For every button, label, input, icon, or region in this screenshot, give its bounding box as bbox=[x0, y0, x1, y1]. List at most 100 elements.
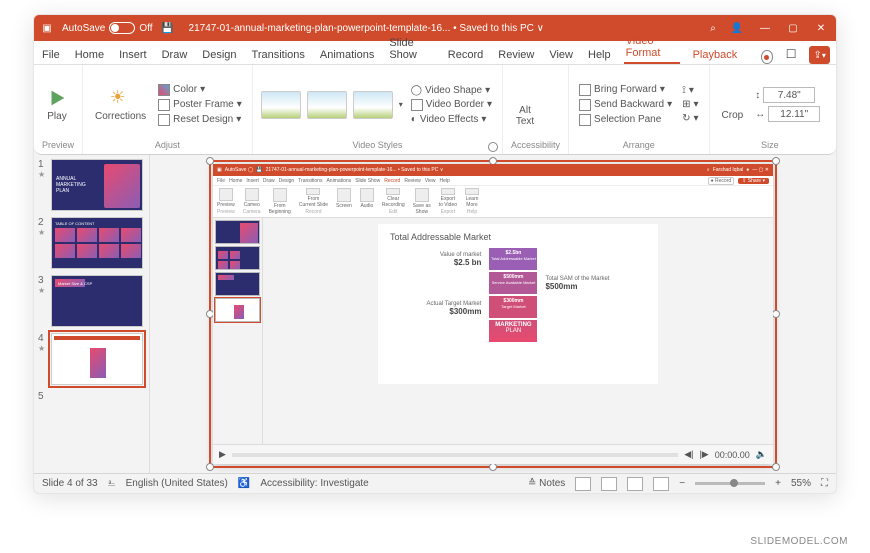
slide-canvas[interactable]: ▣ AutoSave ◯ 💾 21747-01-annual-marketing… bbox=[150, 155, 836, 473]
video-shape-button[interactable]: ◯Video Shape ▾ bbox=[409, 84, 494, 97]
zoom-out-button[interactable]: − bbox=[679, 478, 685, 489]
accessibility-status[interactable]: Accessibility: Investigate bbox=[260, 478, 368, 489]
emb-ribbon: PreviewPreview CameoCamera From Beginnin… bbox=[213, 186, 773, 218]
style-preset-3[interactable] bbox=[353, 91, 393, 119]
poster-frame-button[interactable]: Poster Frame ▾ bbox=[156, 98, 244, 112]
crop-icon bbox=[722, 88, 742, 108]
maximize-button[interactable]: ▢ bbox=[784, 23, 802, 34]
width-input[interactable]: 12.11" bbox=[768, 106, 820, 122]
tab-video-format[interactable]: Video Format bbox=[624, 32, 680, 64]
zoom-percent[interactable]: 55% bbox=[791, 478, 811, 489]
handle-tr[interactable] bbox=[772, 157, 780, 165]
notes-button[interactable]: ≙ Notes bbox=[528, 478, 565, 489]
status-bar: Slide 4 of 33 ⎁ English (United States) … bbox=[34, 473, 836, 493]
play-icon bbox=[46, 87, 68, 109]
selection-pane-button[interactable]: Selection Pane bbox=[577, 113, 674, 127]
bring-forward-button[interactable]: Bring Forward ▾ bbox=[577, 83, 674, 97]
handle-bl[interactable] bbox=[206, 463, 214, 471]
emb-avatar-icon: ● bbox=[746, 167, 749, 173]
slide-thumbnail-panel[interactable]: 1★ ANNUALMARKETINGPLAN 2★ TABLE OF CONTE… bbox=[34, 155, 150, 473]
tab-home[interactable]: Home bbox=[73, 46, 106, 64]
comments-button[interactable]: ☐ bbox=[784, 44, 799, 64]
reading-view-button[interactable] bbox=[627, 477, 643, 491]
sorter-view-button[interactable] bbox=[601, 477, 617, 491]
align-icon: ⟟ bbox=[682, 85, 686, 96]
thumb-5[interactable]: 5 bbox=[38, 391, 145, 402]
volume-icon[interactable]: 🔈 bbox=[756, 449, 767, 460]
normal-view-button[interactable] bbox=[575, 477, 591, 491]
style-preset-2[interactable] bbox=[307, 91, 347, 119]
alt-text-button[interactable]: Alt Text bbox=[511, 81, 539, 129]
corrections-button[interactable]: ☀ Corrections bbox=[91, 85, 150, 124]
group-arrange: Bring Forward ▾ Send Backward ▾ Selectio… bbox=[569, 65, 710, 154]
emb-canvas: Total Addressable Market Value of market… bbox=[263, 218, 773, 464]
tab-animations[interactable]: Animations bbox=[318, 46, 376, 64]
slideshow-view-button[interactable] bbox=[653, 477, 669, 491]
handle-mr[interactable] bbox=[772, 310, 780, 318]
zoom-slider[interactable] bbox=[695, 482, 765, 485]
save-icon[interactable]: 💾 bbox=[161, 21, 175, 35]
tab-design[interactable]: Design bbox=[200, 46, 238, 64]
autosave-toggle[interactable]: AutoSave Off bbox=[62, 22, 153, 34]
video-prev-frame[interactable]: ◀| bbox=[684, 449, 693, 460]
emb-slide-content: Total Addressable Market Value of market… bbox=[378, 224, 658, 384]
width-icon: ↔ bbox=[755, 109, 765, 120]
handle-br[interactable] bbox=[772, 463, 780, 471]
align-button[interactable]: ⟟▾ bbox=[680, 84, 700, 97]
emb-search-icon: ⌕ bbox=[707, 167, 710, 173]
tab-review[interactable]: Review bbox=[496, 46, 536, 64]
video-playbar: ▶ ◀| |▶ 00:00.00 🔈 bbox=[213, 444, 773, 464]
ribbon: Play Preview ☀ Corrections Color ▾ Poste… bbox=[34, 65, 836, 155]
play-button[interactable]: Play bbox=[42, 85, 72, 124]
group-objects-button[interactable]: ⊞▾ bbox=[680, 98, 700, 111]
language-icon: ⎁ bbox=[108, 478, 116, 489]
autosave-state: Off bbox=[139, 23, 152, 34]
tab-playback[interactable]: Playback bbox=[691, 46, 740, 64]
video-border-button[interactable]: Video Border ▾ bbox=[409, 98, 494, 112]
tab-view[interactable]: View bbox=[547, 46, 575, 64]
autosave-label: AutoSave bbox=[62, 23, 105, 34]
group-adjust: ☀ Corrections Color ▾ Poster Frame ▾ Res… bbox=[83, 65, 253, 154]
thumb-3[interactable]: 3★ Market Size & CSP bbox=[38, 275, 145, 327]
thumb-2[interactable]: 2★ TABLE OF CONTENT bbox=[38, 217, 145, 269]
record-toggle-icon[interactable] bbox=[761, 50, 772, 64]
tab-file[interactable]: File bbox=[40, 46, 62, 64]
group-size: Crop ↕7.48" ↔12.11" Size bbox=[710, 65, 831, 154]
close-button[interactable]: ✕ bbox=[812, 23, 830, 34]
rotate-icon: ↻ bbox=[682, 113, 690, 124]
account-icon[interactable]: 👤 bbox=[728, 23, 746, 34]
tab-slideshow[interactable]: Slide Show bbox=[387, 34, 434, 64]
search-icon[interactable]: ⌕ bbox=[706, 21, 720, 35]
video-effects-button[interactable]: ◐Video Effects ▾ bbox=[409, 113, 494, 126]
language-status[interactable]: English (United States) bbox=[126, 478, 228, 489]
tab-draw[interactable]: Draw bbox=[160, 46, 190, 64]
emb-app-icon: ▣ bbox=[217, 167, 222, 173]
zoom-in-button[interactable]: + bbox=[775, 478, 781, 489]
reset-design-button[interactable]: Reset Design ▾ bbox=[156, 113, 244, 127]
tab-record[interactable]: Record bbox=[446, 46, 485, 64]
rotate-button[interactable]: ↻▾ bbox=[680, 112, 700, 125]
frame-icon bbox=[158, 99, 170, 111]
video-scrubber[interactable] bbox=[232, 453, 678, 457]
tab-help[interactable]: Help bbox=[586, 46, 613, 64]
embedded-video-content: ▣ AutoSave ◯ 💾 21747-01-annual-marketing… bbox=[213, 164, 773, 464]
style-preset-1[interactable] bbox=[261, 91, 301, 119]
shape-icon: ◯ bbox=[411, 85, 422, 96]
tab-transitions[interactable]: Transitions bbox=[250, 46, 307, 64]
thumb-4[interactable]: 4★ bbox=[38, 333, 145, 385]
current-slide: ▣ AutoSave ◯ 💾 21747-01-annual-marketing… bbox=[213, 164, 773, 464]
minimize-button[interactable]: — bbox=[756, 23, 774, 34]
fit-window-button[interactable]: ⛶ bbox=[821, 478, 828, 489]
crop-button[interactable]: Crop bbox=[718, 86, 748, 123]
style-gallery-more[interactable]: ▾ bbox=[399, 100, 403, 109]
video-play-button[interactable]: ▶ bbox=[219, 449, 226, 460]
handle-bm[interactable] bbox=[489, 463, 497, 471]
send-backward-button[interactable]: Send Backward ▾ bbox=[577, 98, 674, 112]
video-next-frame[interactable]: |▶ bbox=[699, 449, 708, 460]
thumb-1[interactable]: 1★ ANNUALMARKETINGPLAN bbox=[38, 159, 145, 211]
tab-insert[interactable]: Insert bbox=[117, 46, 149, 64]
share-button[interactable]: ⇪▾ bbox=[809, 46, 830, 64]
height-icon: ↕ bbox=[755, 90, 760, 101]
height-input[interactable]: 7.48" bbox=[763, 87, 815, 103]
color-button[interactable]: Color ▾ bbox=[156, 83, 244, 97]
